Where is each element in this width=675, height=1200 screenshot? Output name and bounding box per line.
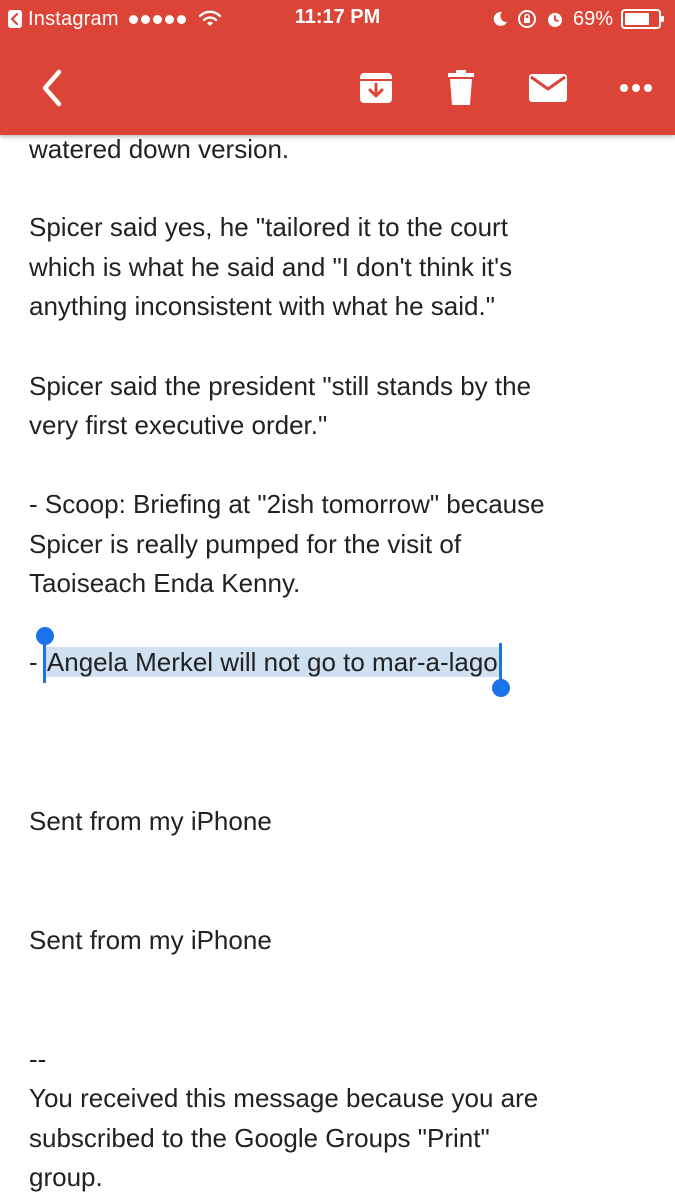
email-toolbar xyxy=(0,38,675,135)
footer-line: subscribed to the Google Groups "Print" xyxy=(29,1123,490,1153)
signature-line: Sent from my iPhone xyxy=(29,806,272,836)
selection-end-handle[interactable] xyxy=(491,643,510,697)
app-header: Instagram 11:17 PM 69% xyxy=(0,0,675,135)
delete-button[interactable] xyxy=(439,66,483,110)
orientation-lock-icon xyxy=(517,10,536,28)
message-line: - Scoop: Briefing at "2ish tomorrow" bec… xyxy=(29,489,545,519)
separator-line: -- xyxy=(29,1044,47,1074)
moon-icon xyxy=(493,11,507,26)
message-line: anything inconsistent with what he said.… xyxy=(29,291,495,321)
battery-icon xyxy=(621,9,664,29)
footer-line: group. xyxy=(29,1162,103,1192)
selection-start-handle[interactable] xyxy=(35,627,54,683)
text-selection[interactable]: Angela Merkel will not go to mar-a-lago xyxy=(35,627,510,697)
back-button[interactable] xyxy=(30,66,74,110)
status-icons: 69% xyxy=(491,6,665,32)
more-icon xyxy=(620,84,652,92)
message-line: watered down version. xyxy=(29,134,290,164)
message-line: Spicer is really pumped for the visit of xyxy=(29,529,462,559)
footer-line: You received this message because you ar… xyxy=(29,1083,539,1113)
more-options-button[interactable] xyxy=(614,66,658,110)
trash-icon xyxy=(448,70,474,105)
message-line: Spicer said yes, he "tailored it to the … xyxy=(29,212,508,242)
message-line: which is what he said and "I don't think… xyxy=(29,252,513,282)
message-line-selection: - Angela Merkel will not go to mar-a-lag… xyxy=(29,627,510,697)
archive-button[interactable] xyxy=(354,66,398,110)
alarm-icon xyxy=(547,13,562,27)
archive-icon xyxy=(360,73,392,103)
mark-unread-button[interactable] xyxy=(526,66,570,110)
battery-percent: 69% xyxy=(572,7,613,30)
message-line: very first executive order." xyxy=(29,410,328,440)
back-arrow-icon xyxy=(42,69,62,107)
selected-text[interactable]: Angela Merkel will not go to mar-a-lago xyxy=(44,647,500,677)
message-line: Spicer said the president "still stands … xyxy=(29,371,532,401)
status-bar: Instagram 11:17 PM 69% xyxy=(0,0,675,38)
message-line: Taoiseach Enda Kenny. xyxy=(29,568,301,598)
signature-line: Sent from my iPhone xyxy=(29,925,272,955)
mail-icon xyxy=(529,74,567,102)
